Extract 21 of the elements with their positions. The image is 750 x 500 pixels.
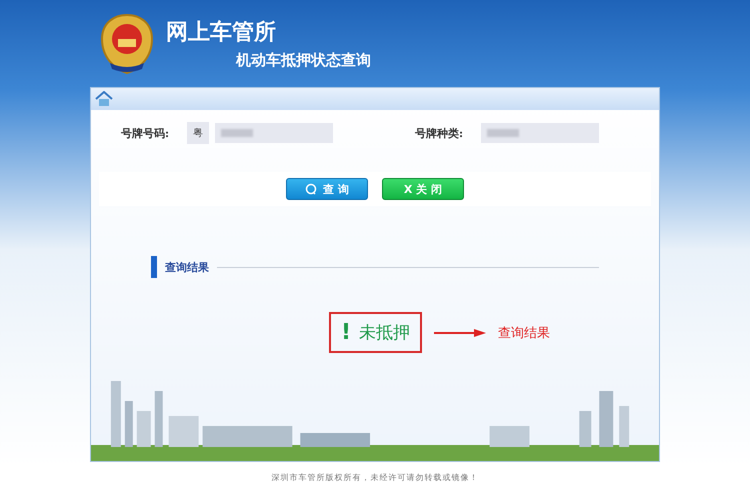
home-icon[interactable] (95, 91, 113, 107)
search-icon (305, 183, 318, 195)
police-emblem-icon (98, 12, 156, 74)
site-title: 网上车管所 (166, 19, 277, 47)
close-button[interactable]: X 关 闭 (382, 178, 464, 200)
field-label: 号牌种类: (414, 126, 463, 140)
section-title: 查询结果 (165, 260, 209, 274)
exclamation-mark: ! (341, 320, 352, 345)
section-marker (151, 256, 157, 278)
annotation-label: 查询结果 (498, 324, 550, 342)
blurred-value (487, 129, 519, 137)
result-status: 未抵押 (359, 322, 410, 344)
input-field[interactable] (481, 123, 599, 143)
search-button[interactable]: 查 询 (286, 178, 368, 200)
field-label: 号牌号码: (121, 126, 170, 140)
arrow-icon (434, 328, 486, 338)
province-prefix[interactable]: 粤 (187, 122, 210, 144)
input-field[interactable] (215, 123, 334, 143)
blurred-value (221, 129, 254, 137)
page-subtitle: 机动车抵押状态查询 (236, 51, 371, 70)
copyright-text: 深圳市车管所版权所有，未经许可请勿转载或镜像！ (272, 472, 478, 483)
